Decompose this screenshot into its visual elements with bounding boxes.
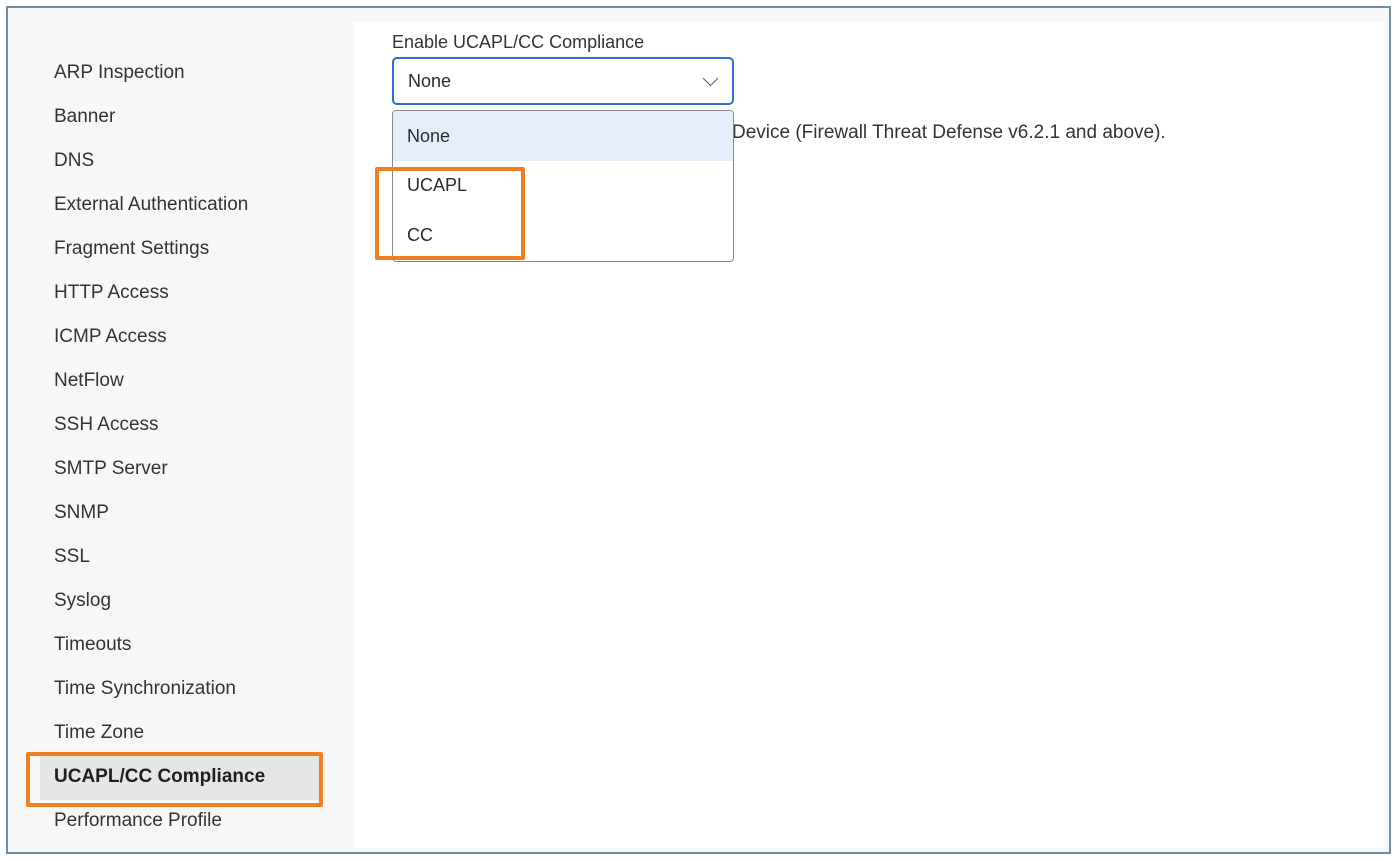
options-highlight-box <box>375 167 525 260</box>
sidebar-item-http-access[interactable]: HTTP Access <box>40 270 322 316</box>
sidebar-item-banner[interactable]: Banner <box>40 94 322 140</box>
main-panel: Enable UCAPL/CC Compliance None Device (… <box>354 22 1384 848</box>
compliance-select-value: None <box>408 71 452 91</box>
sidebar-item-fragment-settings[interactable]: Fragment Settings <box>40 226 322 272</box>
sidebar-item-ssh-access[interactable]: SSH Access <box>40 402 322 448</box>
sidebar: ARP Inspection Banner DNS External Authe… <box>8 22 348 848</box>
sidebar-item-arp-inspection[interactable]: ARP Inspection <box>40 50 322 96</box>
sidebar-highlight-box <box>26 752 323 807</box>
sidebar-item-icmp-access[interactable]: ICMP Access <box>40 314 322 360</box>
sidebar-item-external-authentication[interactable]: External Authentication <box>40 182 322 228</box>
compliance-field-label: Enable UCAPL/CC Compliance <box>392 32 645 52</box>
sidebar-item-time-synchronization[interactable]: Time Synchronization <box>40 666 322 712</box>
sidebar-item-netflow[interactable]: NetFlow <box>40 358 322 404</box>
sidebar-item-timeouts[interactable]: Timeouts <box>40 622 322 668</box>
chevron-down-icon <box>702 70 719 87</box>
sidebar-item-syslog[interactable]: Syslog <box>40 578 322 624</box>
sidebar-item-dns[interactable]: DNS <box>40 138 322 184</box>
option-none[interactable]: None <box>393 111 733 161</box>
sidebar-item-smtp-server[interactable]: SMTP Server <box>40 446 322 492</box>
sidebar-item-time-zone[interactable]: Time Zone <box>40 710 322 756</box>
compliance-select[interactable]: None <box>392 57 734 105</box>
sidebar-item-snmp[interactable]: SNMP <box>40 490 322 536</box>
sidebar-item-ssl[interactable]: SSL <box>40 534 322 580</box>
compliance-description: Device (Firewall Threat Defense v6.2.1 a… <box>732 122 1166 143</box>
